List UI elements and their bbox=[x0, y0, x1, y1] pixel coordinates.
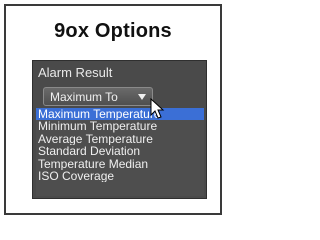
mouse-pointer-icon bbox=[150, 98, 165, 119]
option-temperature-median[interactable]: Temperature Median bbox=[36, 158, 204, 170]
option-minimum-temperature[interactable]: Minimum Temperature bbox=[36, 120, 204, 132]
option-iso-coverage[interactable]: ISO Coverage bbox=[36, 170, 204, 182]
alarm-result-dropdown[interactable]: Maximum To bbox=[43, 87, 153, 106]
window-title: 9ox Options bbox=[54, 20, 172, 42]
options-window: 9ox Options Alarm Result Maximum To Maxi… bbox=[4, 4, 222, 215]
chevron-down-icon[interactable] bbox=[138, 94, 146, 100]
dropdown-selected-value: Maximum To bbox=[50, 90, 118, 104]
alarm-result-panel: Alarm Result Maximum To Maximum Temperat… bbox=[32, 60, 207, 199]
alarm-result-label: Alarm Result bbox=[38, 65, 113, 80]
dropdown-options-list: Maximum Temperature Minimum Temperature … bbox=[36, 108, 204, 196]
option-maximum-temperature[interactable]: Maximum Temperature bbox=[36, 108, 204, 121]
option-average-temperature[interactable]: Average Temperature bbox=[36, 133, 204, 145]
option-standard-deviation[interactable]: Standard Deviation bbox=[36, 145, 204, 157]
